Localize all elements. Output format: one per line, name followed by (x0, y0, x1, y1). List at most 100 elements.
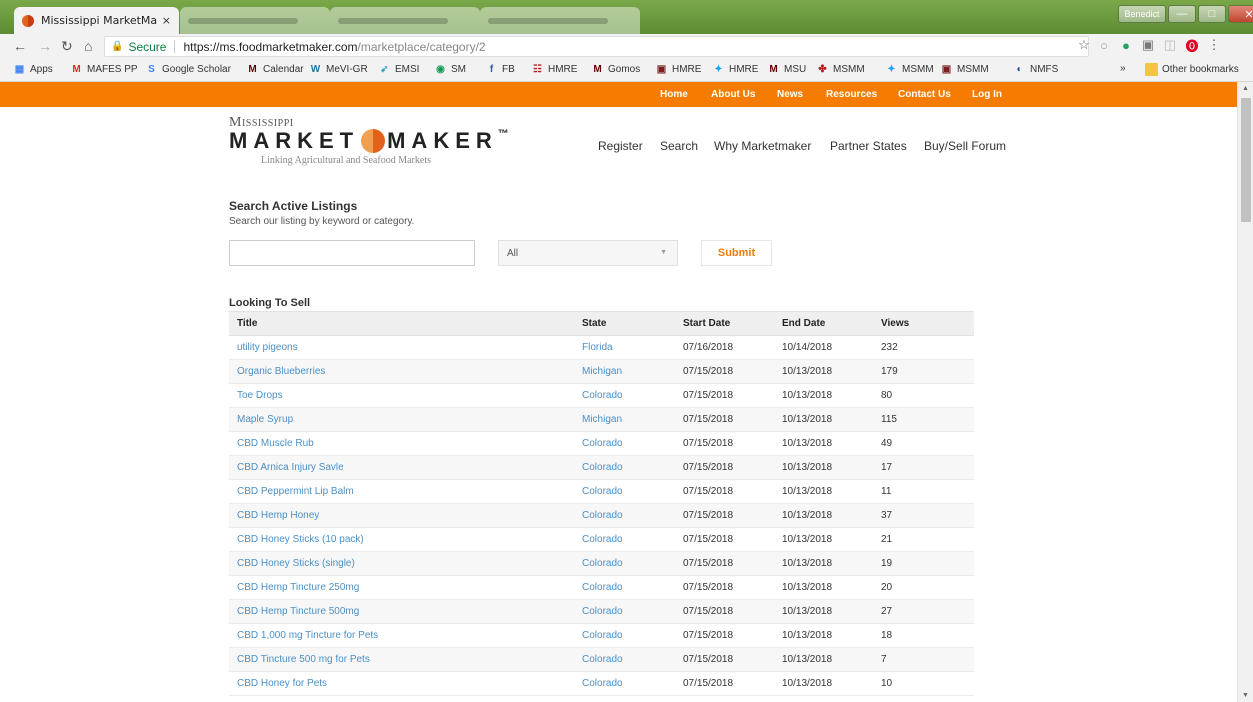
tab-background-2[interactable] (330, 7, 480, 34)
mainnav-partner-states[interactable]: Partner States (830, 139, 907, 153)
listing-state-link[interactable]: Colorado (574, 671, 675, 696)
back-icon[interactable]: ← (13, 38, 27, 54)
url-bar[interactable]: 🔒 Secure https://ms.foodmarketmaker.com /… (104, 36, 1089, 57)
profile-button[interactable]: Benedict (1118, 5, 1166, 23)
listing-state-link[interactable]: Colorado (574, 623, 675, 648)
bookmark-item[interactable]: M Calendar (246, 63, 304, 76)
camera-extension-icon[interactable]: ▣ (1140, 37, 1156, 53)
listing-title-link[interactable]: Toe Drops (229, 383, 574, 408)
submit-button[interactable]: Submit (701, 240, 772, 266)
noaa-icon: ◐ (1016, 64, 1023, 75)
listing-state-link[interactable]: Michigan (574, 359, 675, 384)
chrome-menu-icon[interactable]: ⋮ (1206, 37, 1222, 53)
listing-title-link[interactable]: CBD Honey Sticks (10 pack) (229, 527, 574, 552)
topnav-resources[interactable]: Resources (826, 89, 877, 100)
topnav-home[interactable]: Home (660, 89, 688, 100)
bookmarks-overflow-icon[interactable]: » (1120, 63, 1126, 74)
mainnav-buy-sell-forum[interactable]: Buy/Sell Forum (924, 139, 1006, 153)
listing-title-link[interactable]: CBD 1,000 mg Tincture for Pets (229, 623, 574, 648)
bookmark-item[interactable]: ◉ SM (434, 63, 466, 76)
listing-title-link[interactable]: CBD Honey Sticks (single) (229, 551, 574, 576)
bookmark-item[interactable]: ▣ HMRE (655, 63, 702, 76)
bookmark-item[interactable]: ▦ Apps (13, 63, 53, 76)
listing-title-link[interactable]: CBD Hemp Tincture 500mg (229, 599, 574, 624)
bookmark-item[interactable]: ➹ EMSI (378, 63, 419, 76)
listing-title-link[interactable]: CBD Hemp Honey (229, 503, 574, 528)
window-close-icon[interactable]: ✕ (1228, 5, 1253, 23)
bookmark-item[interactable]: ☷ HMRE (531, 63, 577, 76)
forward-icon[interactable]: → (38, 38, 52, 54)
bookmark-item[interactable]: M Gomos (591, 63, 640, 76)
bookmark-item[interactable]: ✤ MSMM (816, 63, 864, 76)
topnav-about-us[interactable]: About Us (711, 89, 755, 100)
bookmark-item[interactable]: ▣ MSMM (940, 63, 989, 76)
listing-state-link[interactable]: Colorado (574, 455, 675, 480)
bookmark-item[interactable]: M MAFES PP (70, 63, 138, 76)
bookmark-item[interactable]: ✦ MSMM (885, 63, 933, 76)
bookmark-item[interactable]: S Google Scholar (145, 63, 231, 76)
listing-end-date: 10/13/2018 (774, 599, 873, 624)
listing-start-date: 07/15/2018 (675, 407, 774, 432)
listing-title-link[interactable]: utility pigeons (229, 335, 574, 360)
listing-title-link[interactable]: CBD Tincture 500 mg for Pets (229, 647, 574, 672)
extension-square-icon[interactable]: ◫ (1162, 37, 1178, 53)
listing-state-link[interactable]: Colorado (574, 575, 675, 600)
scrollbar-thumb[interactable] (1241, 98, 1251, 222)
minimize-icon[interactable]: — (1168, 5, 1196, 23)
mainnav-why-marketmaker[interactable]: Why Marketmaker (714, 139, 811, 153)
scroll-up-icon[interactable]: ▲ (1242, 85, 1249, 92)
reload-icon[interactable]: ↻ (61, 38, 73, 55)
listing-title-link[interactable]: CBD Hemp Tincture 250mg (229, 575, 574, 600)
bookmark-item[interactable]: W MeVI-GR (309, 63, 368, 76)
home-icon[interactable]: ⌂ (84, 38, 92, 54)
bookmark-label: Calendar (263, 64, 304, 75)
mainnav-register[interactable]: Register (598, 139, 643, 153)
listing-state-link[interactable]: Florida (574, 335, 675, 360)
mainnav-search[interactable]: Search (660, 139, 698, 153)
listing-state-link[interactable]: Colorado (574, 527, 675, 552)
listing-title-link[interactable]: CBD Peppermint Lip Balm (229, 479, 574, 504)
listing-title-link[interactable]: Organic Blueberries (229, 359, 574, 384)
bookmark-label: FB (502, 64, 515, 75)
topnav-news[interactable]: News (777, 89, 803, 100)
bookmark-item[interactable]: ✦ HMRE (712, 63, 758, 76)
grammarly-icon[interactable]: ● (1118, 37, 1134, 53)
listing-end-date: 10/14/2018 (774, 335, 873, 360)
pinterest-icon[interactable]: ⓿ (1184, 37, 1200, 54)
topnav-log-in[interactable]: Log In (972, 89, 1002, 100)
listing-state-link[interactable]: Colorado (574, 383, 675, 408)
listing-state-link[interactable]: Colorado (574, 599, 675, 624)
bookmark-item[interactable]: M MSU (767, 63, 806, 76)
search-input[interactable] (229, 240, 475, 266)
url-path: /marketplace/category/2 (357, 39, 486, 54)
listing-title-link[interactable]: CBD Muscle Rub (229, 431, 574, 456)
table-row: Maple Syrup Michigan 07/15/2018 10/13/2018 1… (229, 407, 974, 432)
maximize-icon[interactable]: □ (1198, 5, 1226, 23)
marketmaker-logo[interactable]: Mississippi MARKET MAKER ™ Linking Agricul… (229, 115, 509, 170)
tab-background-3[interactable] (480, 7, 640, 34)
listing-state-link[interactable]: Colorado (574, 647, 675, 672)
listing-state-link[interactable]: Michigan (574, 407, 675, 432)
listing-end-date: 10/13/2018 (774, 527, 873, 552)
listing-state-link[interactable]: Colorado (574, 479, 675, 504)
listing-state-link[interactable]: Colorado (574, 503, 675, 528)
extension-circle-icon[interactable]: ○ (1096, 37, 1112, 53)
tab-background-1[interactable] (180, 7, 330, 34)
bookmark-item[interactable]: ◐ NMFS (1013, 63, 1058, 76)
bookmark-item[interactable]: f FB (485, 63, 515, 76)
listing-state-link[interactable]: Colorado (574, 551, 675, 576)
category-select[interactable]: All ▼ (498, 240, 678, 266)
listing-title-link[interactable]: Maple Syrup (229, 407, 574, 432)
bookmark-star-icon[interactable]: ☆ (1076, 37, 1092, 53)
logo-wordmark: MARKET MAKER ™ (229, 128, 509, 154)
scroll-down-icon[interactable]: ▼ (1242, 692, 1249, 699)
bookmark-label: MAFES PP (87, 64, 138, 75)
page-scrollbar[interactable]: ▲ ▼ (1237, 82, 1253, 702)
listing-title-link[interactable]: CBD Honey for Pets (229, 671, 574, 696)
listing-title-link[interactable]: CBD Arnica Injury Savle (229, 455, 574, 480)
listing-state-link[interactable]: Colorado (574, 431, 675, 456)
topnav-contact-us[interactable]: Contact Us (898, 89, 951, 100)
tab-mississippi-marketmaker[interactable]: Mississippi MarketMaker × (14, 7, 179, 34)
other-bookmarks[interactable]: Other bookmarks (1145, 63, 1239, 76)
tab-close-icon[interactable]: × (162, 14, 171, 27)
